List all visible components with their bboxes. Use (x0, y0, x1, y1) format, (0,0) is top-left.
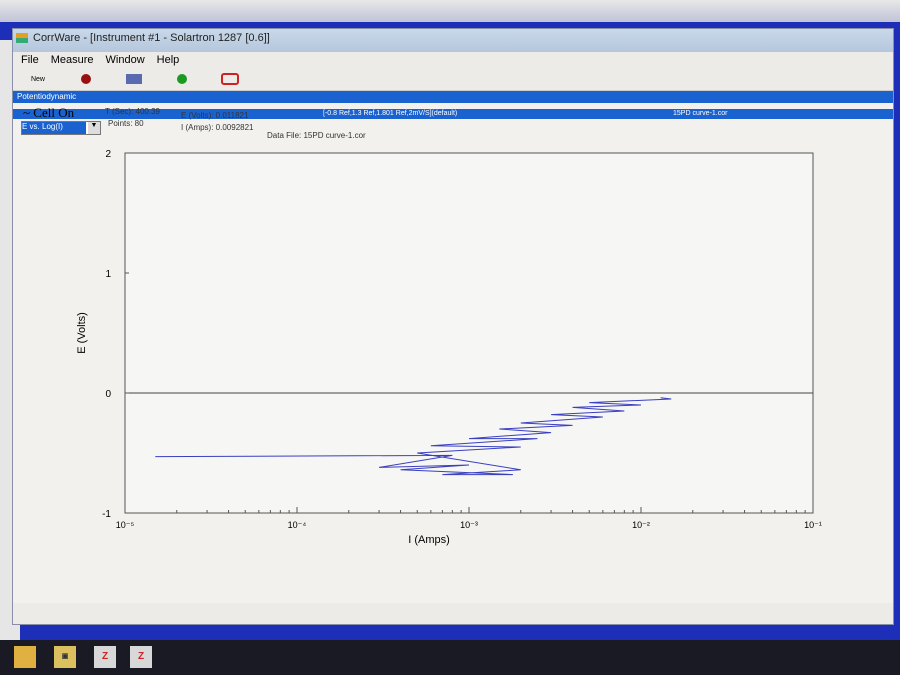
x-tick-label: 10⁻¹ (804, 520, 822, 530)
points-readout: Points: 80 (108, 119, 144, 128)
y-tick-label: 2 (105, 149, 111, 160)
cell-on-icon (177, 74, 187, 84)
sequence-button[interactable] (123, 71, 145, 87)
plot-type-value: E vs. Log(I) (22, 122, 86, 134)
new-button[interactable]: New (27, 71, 49, 87)
y-tick-label: -1 (102, 509, 111, 520)
taskbar: ▣ Z Z (0, 640, 900, 675)
menu-bar: File Measure Window Help (13, 52, 893, 68)
chart: -1 0 1 2 10⁻⁵ 10⁻⁴ 10⁻³ 10⁻² 10⁻¹ I (Amps) E (Volt… (76, 149, 822, 546)
app-icon (16, 33, 28, 43)
file-tab[interactable]: 15PD curve-1.cor (673, 109, 727, 119)
screen-bezel (0, 0, 900, 22)
chevron-down-icon[interactable]: ▼ (88, 122, 100, 134)
time-readout: T (Sec): 400.39 (105, 107, 160, 116)
plot-area (124, 152, 814, 514)
toolbar: New (13, 68, 893, 91)
cell-switch-icon (221, 73, 239, 85)
x-tick-label: 10⁻² (632, 520, 650, 530)
cell-on-label: Cell On (33, 105, 75, 120)
x-axis-label: I (Amps) (408, 534, 450, 546)
child-window-title: Potentiodynamic (13, 91, 893, 103)
cell-on-button[interactable] (171, 71, 193, 87)
record-icon (81, 74, 91, 84)
menu-file[interactable]: File (21, 54, 39, 66)
plot-pane: [-0.8 Ref,1.3 Ref,1.801 Ref,2mV/S](defau… (13, 103, 893, 603)
y-tick-label: 0 (105, 389, 111, 400)
experiment-title: Potentiodynamic (17, 92, 77, 101)
taskbar-zview-icon[interactable]: Z (130, 646, 152, 668)
sequence-icon (126, 74, 142, 84)
taskbar-zplot-icon[interactable]: Z (94, 646, 116, 668)
corrware-window: CorrWare - [Instrument #1 - Solartron 12… (12, 28, 894, 625)
x-tick-label: 10⁻³ (460, 520, 478, 530)
record-button[interactable] (75, 71, 97, 87)
data-file-readout: Data File: 15PD curve-1.cor (267, 131, 366, 140)
new-icon: New (30, 75, 45, 83)
menu-help[interactable]: Help (157, 54, 180, 66)
taskbar-folder-icon[interactable] (14, 646, 36, 668)
x-tick-label: 10⁻⁵ (116, 520, 135, 530)
y-tick-label: 1 (105, 269, 111, 280)
e-readout: E (Volts): 0.011821 (181, 111, 249, 120)
i-readout: I (Amps): 0.0092821 (181, 123, 254, 132)
window-title: CorrWare - [Instrument #1 - Solartron 12… (33, 32, 270, 44)
menu-measure[interactable]: Measure (51, 54, 94, 66)
menu-window[interactable]: Window (106, 54, 145, 66)
x-tick-label: 10⁻⁴ (288, 520, 307, 530)
taskbar-control-icon[interactable]: ▣ (54, 646, 76, 668)
cell-switch-button[interactable] (219, 71, 241, 87)
plot-type-select[interactable]: E vs. Log(I) ▼ (21, 121, 101, 135)
y-axis-label: E (Volts) (76, 312, 88, 354)
segment-label: [-0.8 Ref,1.3 Ref,1.801 Ref,2mV/S](defau… (323, 110, 458, 117)
cell-status: ~ Cell On (23, 105, 75, 120)
title-bar: CorrWare - [Instrument #1 - Solartron 12… (13, 29, 893, 52)
